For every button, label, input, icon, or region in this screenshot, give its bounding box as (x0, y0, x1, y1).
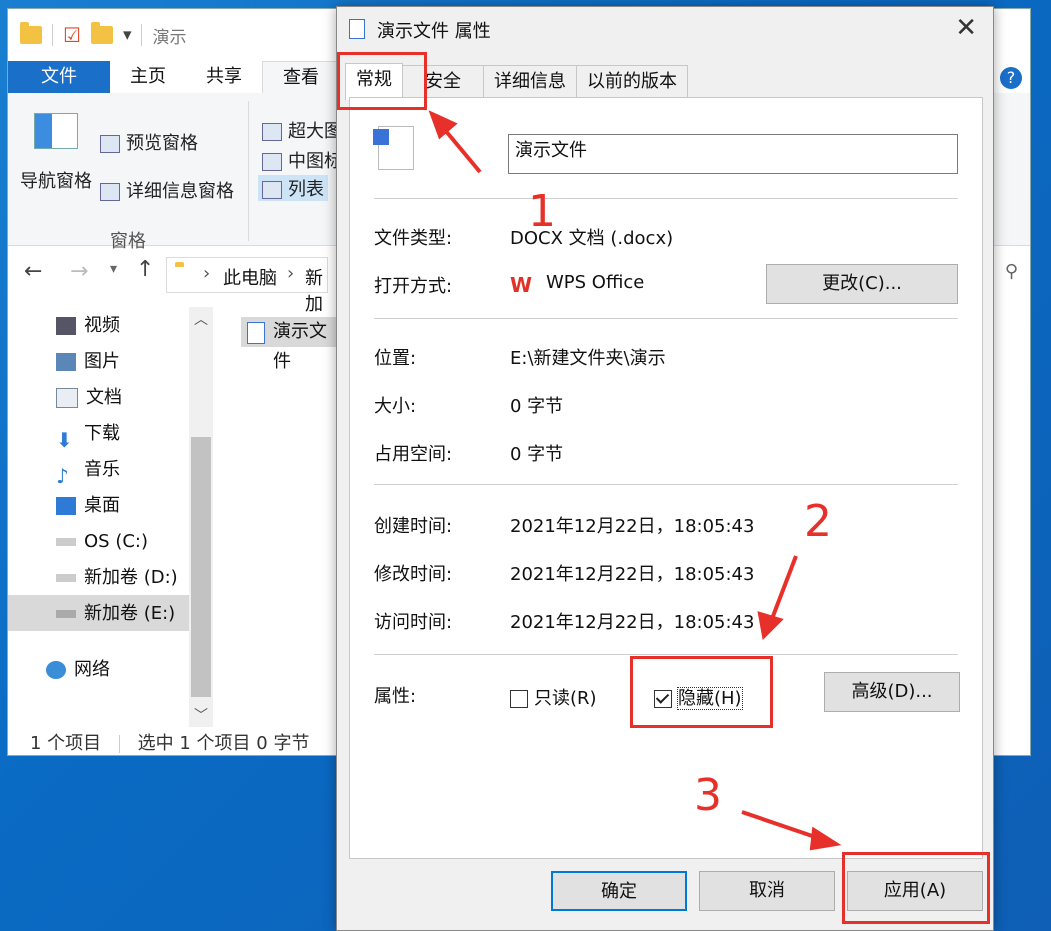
annotation-arrows (428, 110, 842, 851)
arrow-2-head-icon (757, 611, 784, 641)
arrow-2-icon (768, 555, 798, 625)
arrow-3-head-icon (809, 826, 842, 851)
arrow-1-head-icon (428, 110, 458, 140)
